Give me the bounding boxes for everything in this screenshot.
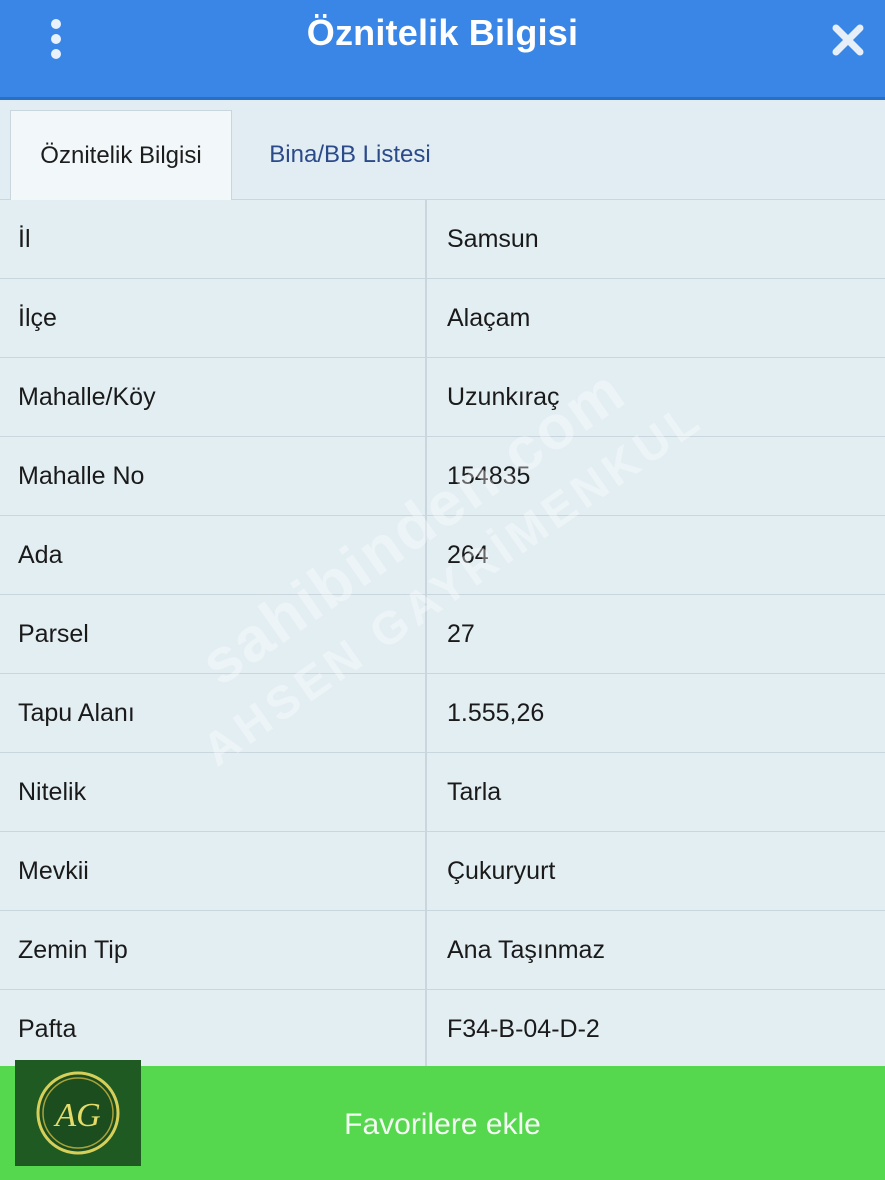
table-row: Zemin Tip Ana Taşınmaz — [0, 910, 885, 990]
attribute-key: İl — [0, 200, 427, 279]
table-row: Nitelik Tarla — [0, 752, 885, 832]
attribute-key: Tapu Alanı — [0, 673, 427, 753]
table-row: Ada 264 — [0, 515, 885, 595]
tab-bina-bb-listesi[interactable]: Bina/BB Listesi — [240, 110, 460, 200]
app-header: Öznitelik Bilgisi — [0, 0, 885, 100]
attribute-key: Zemin Tip — [0, 910, 427, 990]
attribute-key: Ada — [0, 515, 427, 595]
attribute-value: 1.555,26 — [426, 673, 885, 753]
attribute-value: F34-B-04-D-2 — [426, 989, 885, 1069]
attribute-key: Parsel — [0, 594, 427, 674]
attribute-value: Alaçam — [426, 278, 885, 358]
attribute-key: Nitelik — [0, 752, 427, 832]
table-row: İlçe Alaçam — [0, 278, 885, 358]
tab-oznitelik-bilgisi[interactable]: Öznitelik Bilgisi — [10, 110, 232, 200]
page-title: Öznitelik Bilgisi — [306, 12, 579, 53]
attribute-value: Çukuryurt — [426, 831, 885, 911]
table-row: Parsel 27 — [0, 594, 885, 674]
attribute-table: İl Samsun İlçe Alaçam Mahalle/Köy Uzunkı… — [0, 200, 885, 1069]
attribute-key: Mahalle No — [0, 436, 427, 516]
table-row: İl Samsun — [0, 200, 885, 279]
attribute-key: Mahalle/Köy — [0, 357, 427, 437]
attribute-value: Uzunkıraç — [426, 357, 885, 437]
attribute-key: Pafta — [0, 989, 427, 1069]
table-row: Mahalle/Köy Uzunkıraç — [0, 357, 885, 437]
close-icon[interactable] — [828, 20, 868, 60]
table-row: Mevkii Çukuryurt — [0, 831, 885, 911]
svg-text:AG: AG — [53, 1097, 100, 1134]
attribute-key: İlçe — [0, 278, 427, 358]
attribute-value: Samsun — [426, 200, 885, 279]
table-row: Pafta F34-B-04-D-2 — [0, 989, 885, 1069]
attribute-value: 264 — [426, 515, 885, 595]
attribute-value: Ana Taşınmaz — [426, 910, 885, 990]
tab-bar: Öznitelik Bilgisi Bina/BB Listesi — [0, 100, 885, 200]
ag-logo: AG — [15, 1060, 141, 1166]
table-row: Tapu Alanı 1.555,26 — [0, 673, 885, 753]
attribute-value: 154835 — [426, 436, 885, 516]
attribute-value: Tarla — [426, 752, 885, 832]
table-row: Mahalle No 154835 — [0, 436, 885, 516]
attribute-key: Mevkii — [0, 831, 427, 911]
attribute-value: 27 — [426, 594, 885, 674]
